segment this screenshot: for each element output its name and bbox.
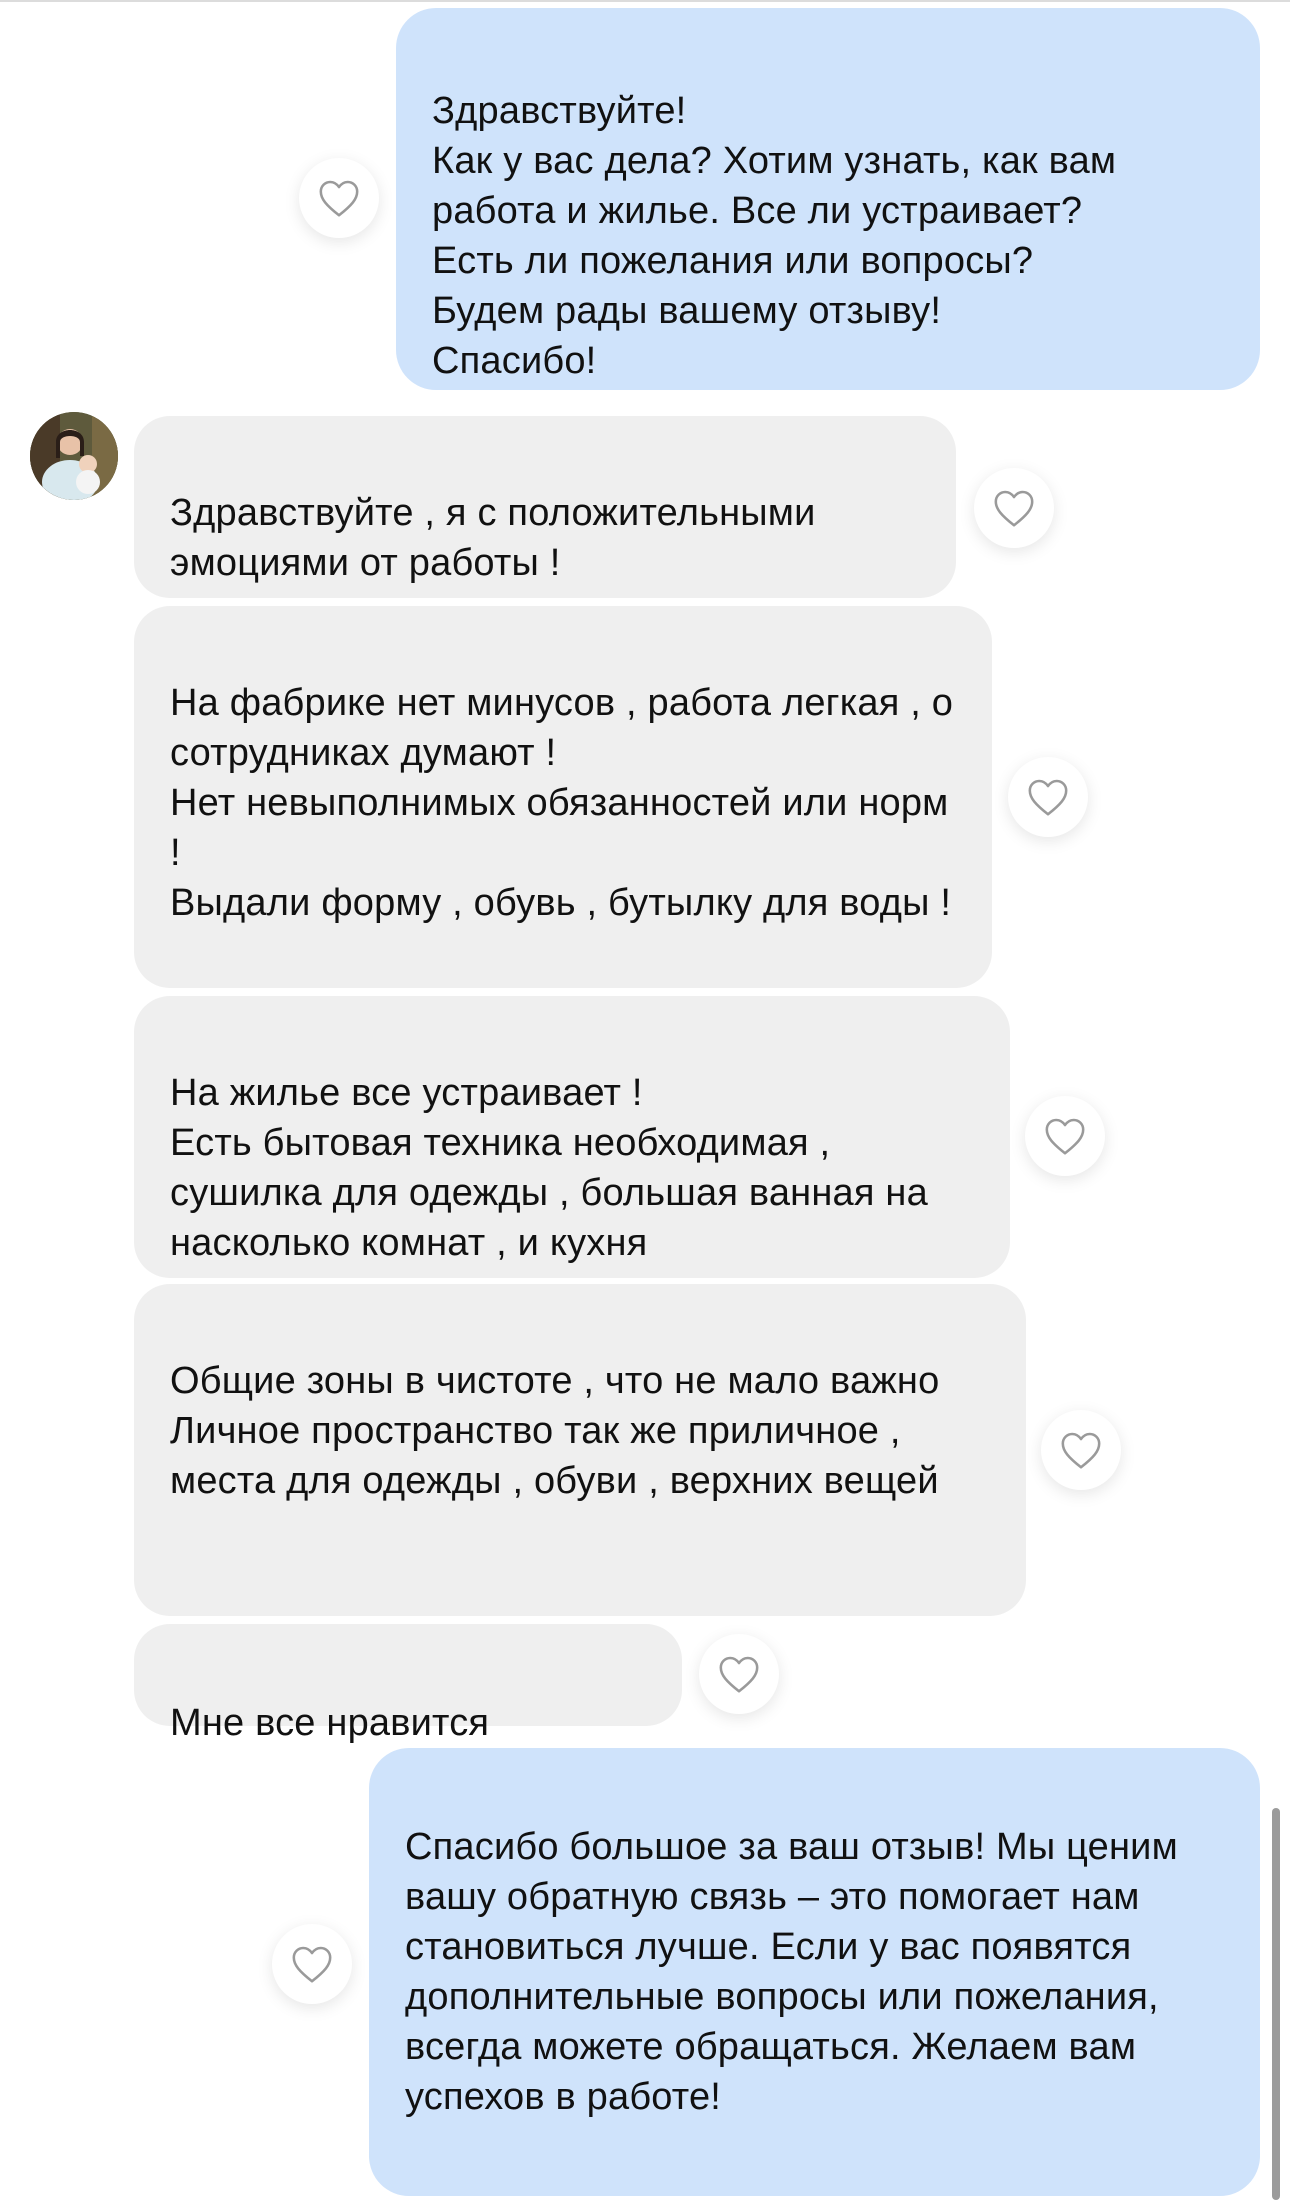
scrollbar[interactable]: [1272, 1808, 1280, 2200]
like-button[interactable]: [1025, 1096, 1105, 1176]
message-text: На жилье все устраивает ! Есть бытовая т…: [170, 1072, 928, 1264]
heart-outline-icon: [319, 180, 359, 217]
message-bubble-incoming[interactable]: Общие зоны в чистоте , что не мало важно…: [134, 1284, 1026, 1616]
heart-outline-icon: [292, 1946, 332, 1983]
like-button[interactable]: [974, 468, 1054, 548]
avatar-photo: [30, 412, 118, 500]
message-bubble-outgoing[interactable]: Спасибо большое за ваш отзыв! Мы ценим в…: [369, 1748, 1260, 2196]
heart-outline-icon: [1028, 779, 1068, 816]
like-button[interactable]: [699, 1634, 779, 1714]
message-bubble-incoming[interactable]: Здравствуйте , я с положительными эмоция…: [134, 416, 956, 598]
like-button[interactable]: [272, 1924, 352, 2004]
like-button[interactable]: [299, 158, 379, 238]
message-text: Здравствуйте , я с положительными эмоция…: [170, 492, 816, 584]
message-bubble-incoming[interactable]: Мне все нравится: [134, 1624, 682, 1744]
message-text: Спасибо большое за ваш отзыв! Мы ценим в…: [405, 1826, 1178, 2118]
message-bubble-incoming[interactable]: На фабрике нет минусов , работа легкая ,…: [134, 606, 992, 988]
message-bubble-outgoing[interactable]: Здравствуйте! Как у вас дела? Хотим узна…: [396, 8, 1260, 390]
message-text: Здравствуйте! Как у вас дела? Хотим узна…: [432, 90, 1117, 382]
message-text: На фабрике нет минусов , работа легкая ,…: [170, 682, 954, 924]
avatar[interactable]: [30, 412, 118, 500]
heart-outline-icon: [1061, 1432, 1101, 1469]
message-bubble-incoming[interactable]: На жилье все устраивает ! Есть бытовая т…: [134, 996, 1010, 1278]
like-button[interactable]: [1041, 1410, 1121, 1490]
message-text: Общие зоны в чистоте , что не мало важно…: [170, 1360, 940, 1502]
heart-outline-icon: [1045, 1118, 1085, 1155]
top-divider: [0, 0, 1290, 2]
message-text: Мне все нравится: [170, 1702, 490, 1744]
like-button[interactable]: [1008, 757, 1088, 837]
heart-outline-icon: [719, 1656, 759, 1693]
heart-outline-icon: [994, 490, 1034, 527]
